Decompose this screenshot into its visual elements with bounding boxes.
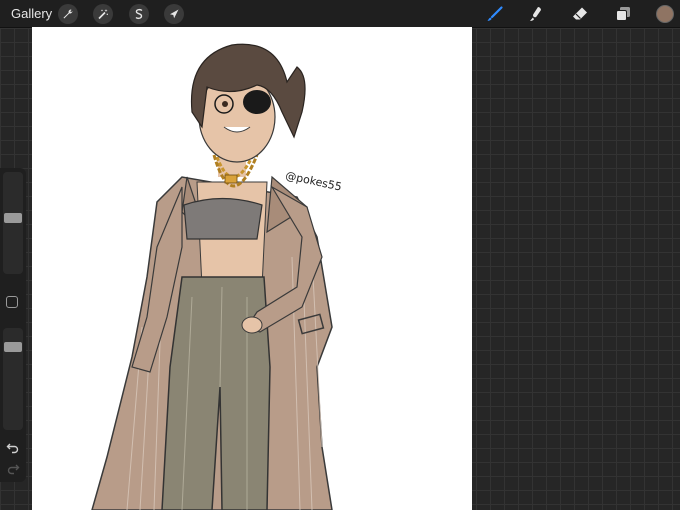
adjustments-button[interactable] (93, 4, 113, 24)
left-sidebar (0, 168, 26, 482)
arrow-cursor-icon (170, 9, 179, 19)
wrench-icon (63, 9, 73, 19)
top-toolbar: Gallery (0, 0, 680, 28)
transform-button[interactable] (164, 4, 184, 24)
undo-icon[interactable] (6, 440, 20, 454)
character-illustration (91, 43, 333, 510)
magic-wand-icon (98, 9, 108, 20)
brush-size-thumb[interactable] (4, 213, 22, 224)
actions-button[interactable] (58, 4, 78, 24)
active-color-swatch[interactable] (656, 5, 674, 23)
smudge-finger-icon[interactable] (527, 5, 545, 23)
redo-icon[interactable] (6, 461, 20, 475)
brush-icon[interactable] (486, 5, 504, 23)
gallery-button[interactable]: Gallery (11, 6, 52, 21)
opacity-thumb[interactable] (4, 341, 22, 352)
selection-s-icon (135, 8, 143, 20)
drawing-canvas[interactable]: @pokes55 (32, 27, 472, 510)
selection-button[interactable] (129, 4, 149, 24)
modify-button[interactable] (6, 296, 18, 308)
layers-icon[interactable] (614, 5, 632, 23)
opacity-slider[interactable] (3, 328, 23, 430)
eraser-icon[interactable] (571, 5, 589, 23)
brush-size-slider[interactable] (3, 172, 23, 274)
